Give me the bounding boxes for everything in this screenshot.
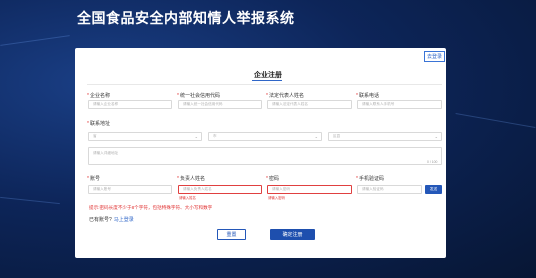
title-underline [252,80,282,81]
account-input[interactable]: 请输入账号 [88,185,172,194]
divider [87,84,442,85]
account-label: *账号 [87,176,100,182]
city-select[interactable]: 市 ⌄ [208,132,322,141]
phone-label: *联系电话 [356,93,379,99]
bg-decoration [0,196,60,205]
bg-decoration [0,35,70,46]
password-input[interactable]: 请输入密码 [267,185,352,194]
sms-code-label: *手机验证码 [356,176,384,182]
credit-code-label: *统一社会信用代码 [177,93,220,99]
form-title: 企业注册 [254,72,282,79]
company-name-label: *企业名称 [87,93,110,99]
person-error: 请输入姓名 [179,196,196,200]
reset-button[interactable]: 重置 [217,229,246,240]
address-detail-textarea[interactable]: 请输入详细地址 [88,147,442,165]
legal-rep-input[interactable]: 请输入法定代表人姓名 [267,100,352,109]
chevron-down-icon: ⌄ [194,134,198,139]
phone-input[interactable]: 请输入联系人手机号 [357,100,442,109]
login-now-link[interactable]: 马上登录 [114,217,134,223]
bg-decoration [455,112,536,129]
person-label: *负责人姓名 [177,176,205,182]
has-account-row: 已有账号? 马上登录 [89,217,134,223]
legal-rep-label: *法定代表人姓名 [266,93,304,99]
login-link[interactable]: 去登录 [424,51,445,62]
sms-code-input[interactable]: 请输入验证码 [357,185,422,194]
person-input[interactable]: 请输入负责人姓名 [178,185,262,194]
send-code-button[interactable]: 发送 [425,185,442,194]
company-name-input[interactable]: 请输入企业名称 [88,100,172,109]
password-error: 请输入密码 [268,196,285,200]
site-title: 全国食品安全内部知情人举报系统 [77,11,295,27]
submit-button[interactable]: 确定注册 [270,229,315,240]
char-counter: 0 / 100 [427,160,438,164]
password-label: *密码 [266,176,279,182]
address-label: *联系地址 [87,121,110,127]
province-select[interactable]: 省 ⌄ [88,132,202,141]
district-select[interactable]: 区县 ⌄ [328,132,442,141]
chevron-down-icon: ⌄ [434,134,438,139]
password-tip: 提示:密码长度不少于8个字符，包括特殊字符、大小写和数字 [89,205,213,210]
credit-code-input[interactable]: 请输入统一社会信用代码 [178,100,262,109]
chevron-down-icon: ⌄ [314,134,318,139]
